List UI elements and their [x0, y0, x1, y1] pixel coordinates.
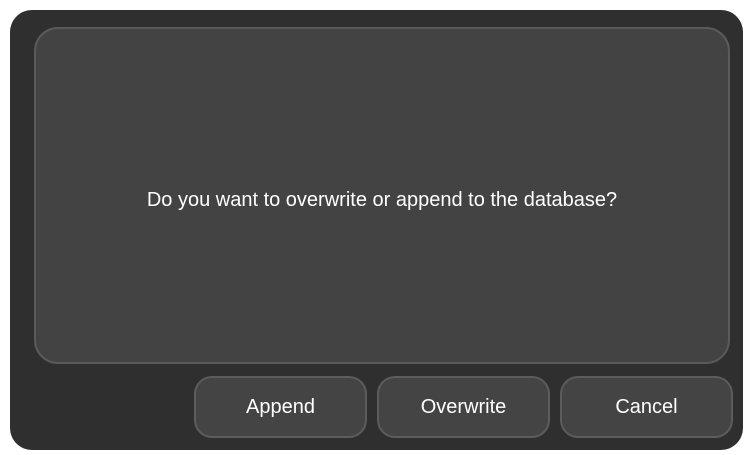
- overwrite-button[interactable]: Overwrite: [377, 376, 550, 438]
- confirm-dialog: Do you want to overwrite or append to th…: [10, 10, 743, 450]
- append-button[interactable]: Append: [194, 376, 367, 438]
- dialog-message: Do you want to overwrite or append to th…: [146, 189, 618, 211]
- message-panel: Do you want to overwrite or append to th…: [34, 27, 730, 364]
- cancel-button[interactable]: Cancel: [560, 376, 733, 438]
